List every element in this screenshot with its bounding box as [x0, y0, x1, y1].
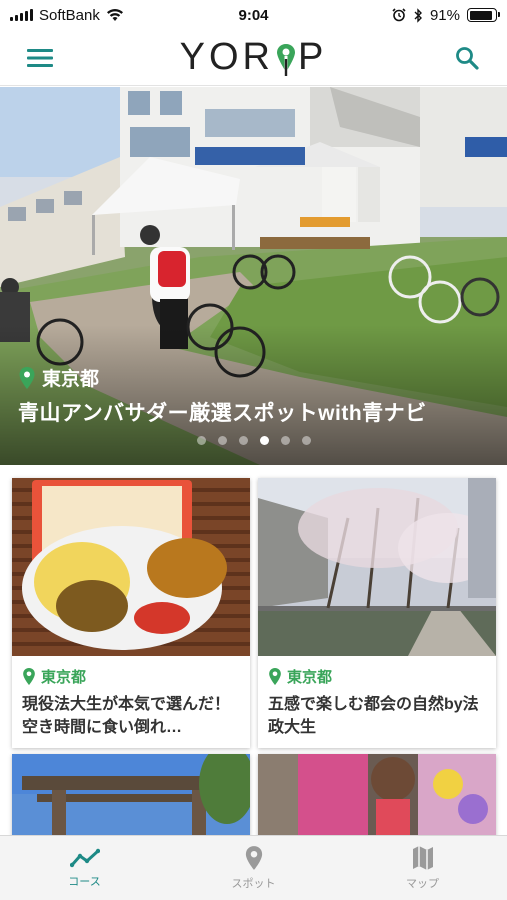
hero-carousel[interactable]: 東京都 青山アンバサダー厳選スポットwith青ナビ — [0, 87, 507, 465]
app-logo: YOR P — [180, 36, 328, 79]
card-image — [12, 754, 250, 844]
map-pin-icon — [245, 846, 262, 870]
map-pin-icon — [269, 667, 281, 686]
card-location-label: 東京都 — [41, 669, 87, 686]
card-title: 五感で楽しむ都会の自然by法政大生 — [268, 696, 479, 736]
trend-line-icon — [69, 848, 100, 868]
hamburger-menu-icon — [27, 48, 53, 67]
status-right: 91% — [337, 6, 500, 24]
status-bar: SoftBank 9:04 91% — [0, 0, 507, 30]
card-location: 東京都 — [268, 666, 486, 687]
battery-percent: 91% — [429, 6, 460, 24]
map-pin-icon — [19, 366, 35, 389]
carousel-dot[interactable] — [217, 436, 227, 445]
carousel-dot[interactable] — [280, 436, 290, 445]
search-icon — [456, 46, 479, 70]
card-title: 現役法大生が本気で選んだ！空き時間に食い倒れ… — [22, 696, 231, 736]
battery-fill — [469, 10, 493, 20]
carousel-dot[interactable] — [196, 436, 206, 445]
carrier-label: SoftBank — [39, 6, 100, 24]
logo-pin-icon — [275, 42, 297, 76]
logo-text-right: P — [298, 36, 328, 78]
tab-spot[interactable]: スポット — [169, 836, 338, 900]
card-body: 東京都 五感で楽しむ都会の自然by法政大生 — [258, 656, 496, 748]
bottom-tab-bar: コース スポット マップ — [0, 835, 507, 900]
folded-map-icon — [412, 846, 433, 870]
logo-text-left: YOR — [179, 36, 274, 78]
card-location: 東京都 — [22, 666, 240, 687]
card-image — [258, 478, 496, 656]
wifi-icon — [106, 9, 123, 21]
carousel-dot[interactable] — [301, 436, 311, 445]
course-card[interactable]: 東京都 現役法大生が本気で選んだ！空き時間に食い倒れ… — [12, 478, 250, 748]
carousel-dot[interactable] — [259, 436, 269, 445]
hero-location-label: 東京都 — [42, 369, 100, 390]
status-left: SoftBank — [10, 7, 170, 24]
tab-label: マップ — [406, 878, 439, 890]
alarm-icon — [392, 8, 406, 22]
card-body: 東京都 現役法大生が本気で選んだ！空き時間に食い倒れ… — [12, 656, 250, 748]
course-card[interactable] — [12, 754, 250, 844]
course-card[interactable] — [258, 754, 496, 844]
tab-map[interactable]: マップ — [338, 836, 507, 900]
course-card[interactable]: 東京都 五感で楽しむ都会の自然by法政大生 — [258, 478, 496, 748]
battery-icon — [467, 8, 500, 22]
tab-course[interactable]: コース — [0, 836, 169, 900]
status-time: 9:04 — [238, 6, 269, 24]
carousel-dot[interactable] — [238, 436, 248, 445]
card-location-label: 東京都 — [287, 669, 333, 686]
app-header: YOR P — [0, 30, 507, 86]
hero-location: 東京都 — [18, 364, 99, 391]
bluetooth-icon — [414, 7, 422, 23]
tab-label: コース — [68, 876, 101, 888]
signal-icon — [10, 9, 33, 21]
hero-title[interactable]: 青山アンバサダー厳選スポットwith青ナビ — [18, 397, 427, 427]
tab-label: スポット — [231, 878, 276, 890]
menu-button[interactable] — [24, 42, 56, 74]
search-button[interactable] — [451, 42, 483, 74]
card-image — [258, 754, 496, 844]
map-pin-icon — [23, 667, 35, 686]
carousel-pagination — [0, 436, 507, 445]
card-image — [12, 478, 250, 656]
